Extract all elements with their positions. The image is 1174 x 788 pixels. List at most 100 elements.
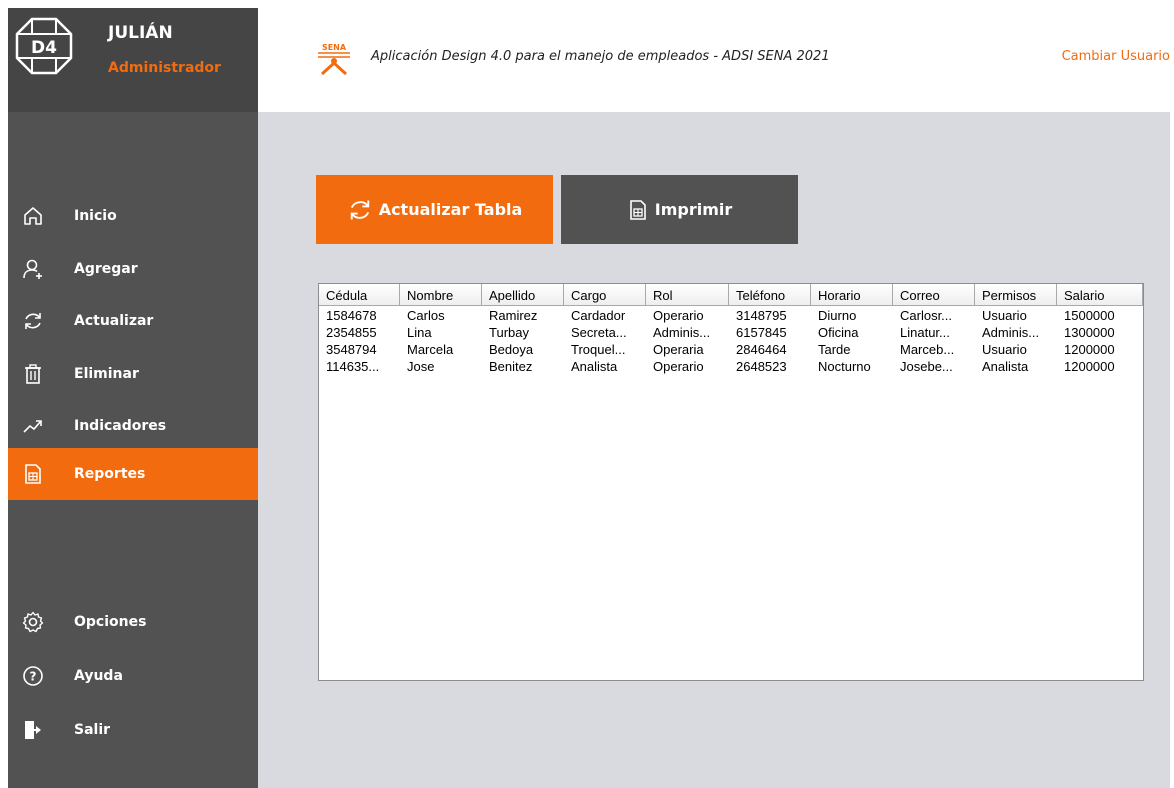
table-row[interactable]: 3548794 Marcela Bedoya Troquel... Operar… xyxy=(319,341,1143,358)
sidebar-item-actualizar[interactable]: Actualizar xyxy=(8,295,258,347)
app-title: Aplicación Design 4.0 para el manejo de … xyxy=(371,49,830,64)
table-cell: Carlosr... xyxy=(900,308,953,323)
sidebar-item-salir[interactable]: Salir xyxy=(8,704,258,756)
app-window: D4 JULIÁN Administrador Inicio Agregar A… xyxy=(8,8,1170,788)
table-cell: Analista xyxy=(571,359,618,374)
refresh-icon xyxy=(22,310,44,332)
table-cell: 2648523 xyxy=(736,359,787,374)
column-header-telefono[interactable]: Teléfono xyxy=(729,284,811,306)
sena-logo-icon: SENA xyxy=(318,43,350,76)
sidebar-item-opciones[interactable]: Opciones xyxy=(8,596,258,648)
table-cell: Diurno xyxy=(818,308,857,323)
table-cell: 2354855 xyxy=(326,325,377,340)
table-cell: Jose xyxy=(407,359,435,374)
sidebar: Inicio Agregar Actualizar Eliminar Indic xyxy=(8,112,258,788)
sidebar-item-label: Inicio xyxy=(74,208,117,224)
sidebar-item-eliminar[interactable]: Eliminar xyxy=(8,348,258,400)
exit-icon xyxy=(22,719,44,741)
table-cell: Nocturno xyxy=(818,359,871,374)
table-cell: Secreta... xyxy=(571,325,627,340)
table-cell: Usuario xyxy=(982,342,1027,357)
table-cell: 1500000 xyxy=(1064,308,1115,323)
d4-logo-icon: D4 xyxy=(15,17,73,75)
table-cell: Bedoya xyxy=(489,342,534,357)
table-cell: Marceb... xyxy=(900,342,955,357)
report-icon xyxy=(629,199,646,220)
table-cell: 3548794 xyxy=(326,342,377,357)
refresh-table-button[interactable]: Actualizar Tabla xyxy=(316,175,553,244)
column-header-cedula[interactable]: Cédula xyxy=(319,284,400,306)
svg-text:?: ? xyxy=(30,670,37,684)
home-icon xyxy=(22,205,44,227)
user-name: JULIÁN xyxy=(108,23,173,43)
table-cell: Oficina xyxy=(818,325,859,340)
table-cell: Lina xyxy=(407,325,432,340)
table-cell: Cardador xyxy=(571,308,626,323)
sidebar-item-indicadores[interactable]: Indicadores xyxy=(8,400,258,452)
column-header-salario[interactable]: Salario xyxy=(1057,284,1143,306)
table-cell: Usuario xyxy=(982,308,1027,323)
sidebar-item-agregar[interactable]: Agregar xyxy=(8,243,258,295)
svg-text:SENA: SENA xyxy=(322,43,347,52)
table-cell: Adminis... xyxy=(982,325,1040,340)
sidebar-item-label: Indicadores xyxy=(74,418,167,434)
sidebar-item-inicio[interactable]: Inicio xyxy=(8,190,258,242)
trash-icon xyxy=(22,363,44,385)
svg-text:D4: D4 xyxy=(31,38,57,58)
help-icon: ? xyxy=(22,665,44,687)
employees-table[interactable]: Cédula Nombre Apellido Cargo Rol Teléfon… xyxy=(318,283,1144,681)
table-cell: Josebe... xyxy=(900,359,953,374)
table-cell: 114635... xyxy=(326,359,380,374)
refresh-table-label: Actualizar Tabla xyxy=(378,200,523,219)
sidebar-item-label: Opciones xyxy=(74,614,147,630)
sidebar-item-label: Ayuda xyxy=(74,668,123,684)
table-cell: Turbay xyxy=(489,325,529,340)
table-cell: Carlos xyxy=(407,308,445,323)
column-header-cargo[interactable]: Cargo xyxy=(564,284,646,306)
table-cell: Ramirez xyxy=(489,308,538,323)
table-cell: Operario xyxy=(653,359,704,374)
column-header-permisos[interactable]: Permisos xyxy=(975,284,1057,306)
sidebar-item-label: Agregar xyxy=(74,261,138,277)
sidebar-item-ayuda[interactable]: ? Ayuda xyxy=(8,650,258,702)
table-cell: Analista xyxy=(982,359,1029,374)
sidebar-item-label: Actualizar xyxy=(74,313,154,329)
table-header: Cédula Nombre Apellido Cargo Rol Teléfon… xyxy=(319,284,1143,306)
main-content: Actualizar Tabla Imprimir Cédula Nombre … xyxy=(258,112,1170,788)
table-cell: 1200000 xyxy=(1064,359,1115,374)
sidebar-item-reportes[interactable]: Reportes xyxy=(8,448,258,500)
column-header-rol[interactable]: Rol xyxy=(646,284,729,306)
table-cell: Adminis... xyxy=(653,325,711,340)
user-panel: D4 JULIÁN Administrador xyxy=(8,8,258,112)
print-button[interactable]: Imprimir xyxy=(561,175,798,244)
table-row[interactable]: 114635... Jose Benitez Analista Operario… xyxy=(319,358,1143,375)
table-cell: 3148795 xyxy=(736,308,787,323)
table-row[interactable]: 2354855 Lina Turbay Secreta... Adminis..… xyxy=(319,324,1143,341)
add-user-icon xyxy=(22,258,44,280)
table-cell: Troquel... xyxy=(571,342,626,357)
table-body: 1584678 Carlos Ramirez Cardador Operario… xyxy=(319,307,1143,375)
refresh-icon xyxy=(350,200,369,219)
column-header-nombre[interactable]: Nombre xyxy=(400,284,482,306)
table-cell: 1300000 xyxy=(1064,325,1115,340)
table-cell: 2846464 xyxy=(736,342,787,357)
table-cell: 6157845 xyxy=(736,325,787,340)
report-icon xyxy=(22,463,44,485)
column-header-horario[interactable]: Horario xyxy=(811,284,893,306)
table-cell: Linatur... xyxy=(900,325,950,340)
table-row[interactable]: 1584678 Carlos Ramirez Cardador Operario… xyxy=(319,307,1143,324)
column-header-apellido[interactable]: Apellido xyxy=(482,284,564,306)
table-cell: Benitez xyxy=(489,359,533,374)
print-label: Imprimir xyxy=(654,200,733,219)
sidebar-item-label: Salir xyxy=(74,722,111,738)
table-cell: Tarde xyxy=(818,342,851,357)
gear-icon xyxy=(22,611,44,633)
table-cell: Operario xyxy=(653,308,704,323)
table-cell: 1200000 xyxy=(1064,342,1115,357)
sidebar-item-label: Reportes xyxy=(74,466,146,482)
table-cell: 1584678 xyxy=(326,308,377,323)
trending-up-icon xyxy=(22,415,44,437)
column-header-correo[interactable]: Correo xyxy=(893,284,975,306)
change-user-link[interactable]: Cambiar Usuario xyxy=(1062,49,1170,64)
table-cell: Marcela xyxy=(407,342,454,357)
